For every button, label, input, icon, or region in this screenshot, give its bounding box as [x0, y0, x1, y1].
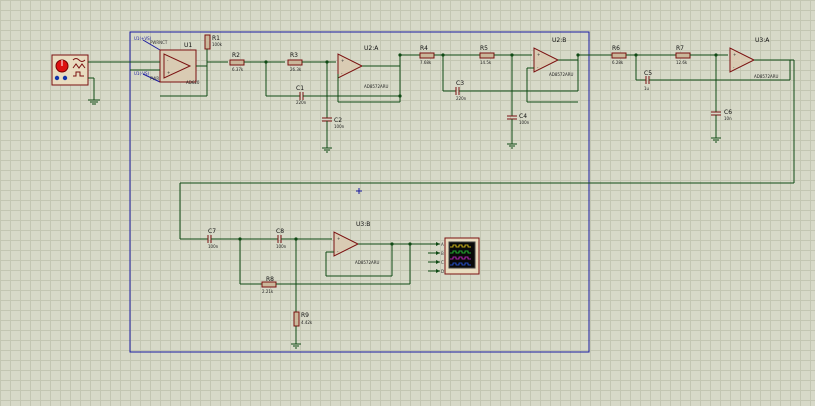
c4-ref-label: C4	[519, 113, 527, 120]
ground-symbol	[88, 99, 100, 105]
r6-value-label: 6.28k	[612, 60, 624, 65]
r5-ref-label: R5	[480, 45, 488, 52]
c4-value-label: 100n	[519, 120, 530, 125]
schematic-canvas[interactable]: U1(+VS) PWRNCT U1(-VS) PWRNCT - + U1 AD6…	[0, 0, 815, 406]
resistor-r8[interactable]: R8 2.21k	[261, 276, 277, 294]
resistor-r1[interactable]: R1 100k	[204, 34, 223, 50]
r2-value-label: 6.37k	[232, 67, 244, 72]
r8-ref-label: R8	[266, 276, 274, 283]
c5-ref-label: C5	[644, 70, 652, 77]
u2a-part-label: AD8572ARU	[364, 84, 389, 89]
svg-text:+: +	[337, 236, 340, 241]
svg-text:+: +	[341, 58, 344, 63]
c3-ref-label: C3	[456, 80, 464, 87]
op-amp-u3b[interactable]: + - U3:B AD8572ARU	[333, 221, 380, 265]
c8-value-label: 100n	[276, 244, 287, 249]
scope-channel-c: C	[441, 260, 444, 265]
r6-ref-label: R6	[612, 45, 620, 52]
c3-value-label: 220n	[456, 96, 467, 101]
scope-channel-a: A	[441, 242, 444, 247]
r7-ref-label: R7	[676, 45, 684, 52]
u2b-ref-label: U2:B	[552, 37, 566, 44]
r5-value-label: 14.5k	[480, 60, 492, 65]
u2b-part-label: AD8572ARU	[549, 72, 574, 77]
r3-ref-label: R3	[290, 52, 298, 59]
r1-value-label: 100k	[212, 42, 223, 47]
resistor-r3[interactable]: R3 26.3k	[287, 52, 303, 72]
c6-value-label: 10n	[724, 116, 732, 121]
u2a-ref-label: U2:A	[364, 45, 379, 52]
ground-symbol	[711, 137, 721, 143]
c2-ref-label: C2	[334, 117, 342, 124]
u1-part-label: AD620	[186, 80, 200, 85]
resistor-r5[interactable]: R5 14.5k	[479, 45, 495, 65]
r1-ref-label: R1	[212, 35, 220, 42]
op-amp-u2b[interactable]: + - U2:B AD8572ARU	[533, 37, 574, 77]
schematic: U1(+VS) PWRNCT U1(-VS) PWRNCT - + U1 AD6…	[51, 31, 795, 353]
r9-value-label: 4.42k	[301, 320, 313, 325]
op-amp-u3a[interactable]: + - U3:A AD8572ARU	[729, 37, 779, 79]
r8-value-label: 2.21k	[262, 289, 274, 294]
resistor-r4[interactable]: R4 7.68k	[419, 45, 435, 65]
c7-ref-label: C7	[208, 228, 216, 235]
oscilloscope[interactable]: A B C D	[428, 237, 480, 275]
op-amp-u2a[interactable]: + - U2:A AD8572ARU	[337, 45, 389, 89]
resistor-r2[interactable]: R2 6.37k	[229, 52, 245, 72]
svg-text:+: +	[167, 70, 170, 75]
resistor-r9[interactable]: R9 4.42k	[293, 311, 313, 327]
c7-value-label: 100n	[208, 244, 219, 249]
resistor-r6[interactable]: R6 6.28k	[611, 45, 627, 65]
scope-channel-d: D	[441, 269, 444, 274]
origin-marker	[356, 188, 362, 194]
u3a-part-label: AD8572ARU	[754, 74, 779, 79]
c6-ref-label: C6	[724, 109, 732, 116]
signal-generator[interactable]	[51, 54, 96, 100]
resistor-r7[interactable]: R7 12.6k	[675, 45, 691, 65]
supply-terminal-positive[interactable]: U1(+VS) PWRNCT	[134, 36, 168, 51]
r2-ref-label: R2	[232, 52, 240, 59]
u3b-part-label: AD8572ARU	[355, 260, 380, 265]
c1-ref-label: C1	[296, 85, 304, 92]
r7-value-label: 12.6k	[676, 60, 688, 65]
c2-value-label: 100n	[334, 124, 345, 129]
r3-value-label: 26.3k	[290, 67, 302, 72]
ground-symbol	[322, 147, 332, 153]
supply-label-positive: U1(+VS)	[134, 36, 152, 41]
r4-value-label: 7.68k	[420, 60, 432, 65]
r4-ref-label: R4	[420, 45, 428, 52]
svg-text:+: +	[537, 52, 540, 57]
capacitor-c4[interactable]: C4 100n	[507, 113, 530, 125]
capacitor-c1[interactable]: C1 220n	[294, 85, 307, 105]
c8-ref-label: C8	[276, 228, 284, 235]
c5-value-label: 1u	[644, 86, 650, 91]
scope-channel-b: B	[441, 251, 444, 256]
capacitor-c2[interactable]: C2 100n	[322, 117, 345, 129]
u3a-ref-label: U3:A	[755, 37, 770, 44]
capacitor-c6[interactable]: C6 10n	[711, 109, 732, 121]
u1-ref-label: U1	[184, 42, 192, 49]
supply-label-negative: U1(-VS)	[134, 71, 150, 76]
instrumentation-amplifier-u1[interactable]: - + U1 AD620	[159, 42, 200, 85]
c1-value-label: 220n	[296, 100, 307, 105]
ground-symbol	[291, 343, 301, 349]
svg-text:+: +	[733, 52, 736, 57]
r9-ref-label: R9	[301, 312, 309, 319]
ground-symbol	[507, 143, 517, 149]
svg-text:PWRNCT: PWRNCT	[150, 40, 168, 45]
u3b-ref-label: U3:B	[356, 221, 370, 228]
